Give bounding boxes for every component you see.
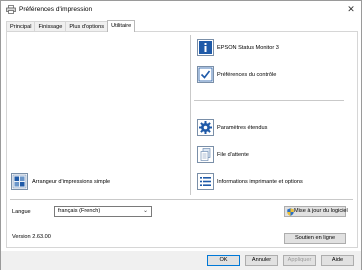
printing-preferences-window: Préférences d'impression ✕ Principal Fin… bbox=[0, 0, 362, 270]
language-label: Langue bbox=[12, 209, 31, 215]
status-monitor-label: EPSON Status Monitor 3 bbox=[217, 45, 279, 51]
utility-divider bbox=[194, 100, 344, 101]
extended-settings-label: Paramètres étendus bbox=[217, 125, 268, 131]
shield-icon bbox=[287, 208, 294, 220]
printer-info-label: Informations imprimante et options bbox=[217, 179, 303, 185]
ok-button[interactable]: OK bbox=[207, 255, 240, 266]
column-divider bbox=[190, 35, 191, 195]
close-button[interactable]: ✕ bbox=[344, 3, 358, 16]
simple-arranger-button[interactable] bbox=[11, 173, 28, 190]
online-support-button[interactable]: Soutien en ligne bbox=[284, 233, 346, 244]
print-queue-label: File d'attente bbox=[217, 152, 249, 158]
print-queue-button[interactable] bbox=[197, 146, 214, 163]
window-title: Préférences d'impression bbox=[19, 6, 93, 13]
status-monitor-button[interactable] bbox=[197, 39, 214, 56]
arrange-icon bbox=[12, 174, 27, 189]
update-software-label: Mise à jour du logiciel bbox=[294, 208, 348, 214]
cancel-button[interactable]: Annuler bbox=[245, 255, 278, 266]
control-preferences-label: Préférences du contrôle bbox=[217, 72, 277, 78]
checkmark-icon bbox=[198, 67, 213, 82]
section-divider bbox=[10, 199, 353, 200]
simple-arranger-label: Arrangeur d'impressions simple bbox=[32, 179, 111, 185]
extended-settings-button[interactable] bbox=[197, 119, 214, 136]
update-software-button[interactable]: Mise à jour du logiciel bbox=[284, 206, 348, 220]
document-icon bbox=[200, 148, 211, 161]
version-text: Version 2.63.00 bbox=[12, 234, 51, 240]
list-icon bbox=[200, 177, 211, 186]
apply-button[interactable]: Appliquer bbox=[283, 255, 316, 266]
title-bar: Préférences d'impression ✕ bbox=[1, 1, 361, 19]
printer-icon bbox=[6, 5, 16, 14]
printer-info-button[interactable] bbox=[197, 173, 214, 190]
help-button[interactable]: Aide bbox=[321, 255, 354, 266]
chevron-down-icon: ⌄ bbox=[142, 208, 148, 214]
control-preferences-button[interactable] bbox=[197, 66, 214, 83]
tab-utilitaire[interactable]: Utilitaire bbox=[107, 20, 136, 32]
language-select[interactable]: français (French) ⌄ bbox=[54, 206, 152, 217]
info-icon bbox=[199, 41, 212, 54]
language-value: français (French) bbox=[58, 208, 101, 214]
gear-icon bbox=[199, 121, 212, 134]
